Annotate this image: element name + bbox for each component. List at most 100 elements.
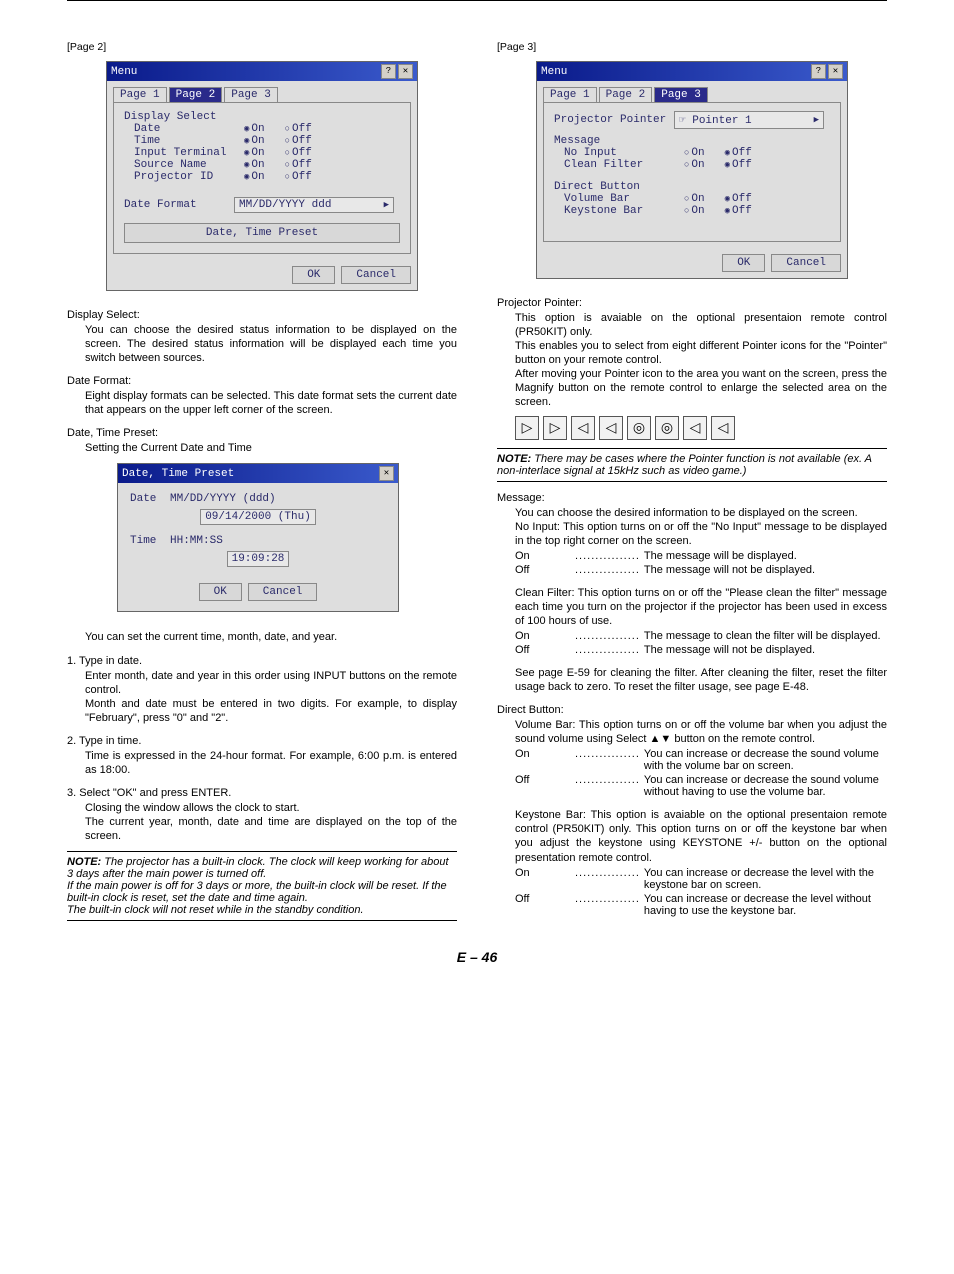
direct-button-label: Direct Button bbox=[554, 181, 830, 193]
note-text: The projector has a built-in clock. The … bbox=[67, 856, 449, 880]
body-text: Volume Bar: This option turns on or off … bbox=[515, 718, 887, 746]
tab-page1[interactable]: Page 1 bbox=[543, 87, 597, 102]
pointer-value: Pointer 1 bbox=[692, 115, 751, 127]
cancel-button[interactable]: Cancel bbox=[771, 254, 841, 272]
off-label: Off bbox=[515, 774, 575, 798]
cancel-button[interactable]: Cancel bbox=[248, 583, 318, 601]
radio-off[interactable]: Off bbox=[725, 147, 752, 159]
body-text: Closing the window allows the clock to s… bbox=[85, 801, 457, 815]
row-label: No Input bbox=[554, 147, 684, 159]
ok-button[interactable]: OK bbox=[722, 254, 765, 272]
radio-on[interactable]: On bbox=[684, 147, 705, 159]
radio-off[interactable]: Off bbox=[725, 159, 752, 171]
on-label: On bbox=[515, 867, 575, 891]
radio-off[interactable]: Off bbox=[285, 171, 312, 183]
pointer-icon: ◎ bbox=[655, 416, 679, 440]
message-title: Message: bbox=[497, 492, 887, 504]
radio-on[interactable]: On bbox=[684, 159, 705, 171]
help-icon[interactable]: ? bbox=[811, 64, 826, 79]
step3-h: 3. Select "OK" and press ENTER. bbox=[67, 787, 457, 799]
radio-on[interactable]: On bbox=[244, 123, 265, 135]
display-select-label: Display Select bbox=[124, 111, 400, 123]
radio-off[interactable]: Off bbox=[285, 147, 312, 159]
close-icon[interactable]: ✕ bbox=[379, 466, 394, 481]
body-text: You can increase or decrease the sound v… bbox=[640, 774, 887, 798]
chevron-right-icon: ▶ bbox=[814, 115, 819, 125]
message-label: Message bbox=[554, 135, 830, 147]
display-row-label: Projector ID bbox=[124, 171, 244, 183]
on-label: On bbox=[515, 748, 575, 772]
body-text: The message will not be displayed. bbox=[640, 564, 887, 576]
radio-off[interactable]: Off bbox=[725, 205, 752, 217]
radio-on[interactable]: On bbox=[244, 159, 265, 171]
body-text: You can increase or decrease the sound v… bbox=[640, 748, 887, 772]
step2-h: 2. Type in time. bbox=[67, 735, 457, 747]
body-text: This option is avaiable on the optional … bbox=[515, 311, 887, 339]
pointer-icon: ◁ bbox=[711, 416, 735, 440]
radio-on[interactable]: On bbox=[244, 147, 265, 159]
note-text: If the main power is off for 3 days or m… bbox=[67, 880, 447, 904]
page2-heading: [Page 2] bbox=[67, 41, 457, 53]
tab-page2[interactable]: Page 2 bbox=[599, 87, 653, 102]
ok-button[interactable]: OK bbox=[199, 583, 242, 601]
body-text: The current year, month, date and time a… bbox=[85, 815, 457, 843]
help-icon[interactable]: ? bbox=[381, 64, 396, 79]
dt-time-format: HH:MM:SS bbox=[170, 535, 223, 547]
radio-on[interactable]: On bbox=[684, 205, 705, 217]
date-format-title: Date Format: bbox=[67, 375, 457, 387]
radio-off[interactable]: Off bbox=[285, 159, 312, 171]
pointer-label: Projector Pointer bbox=[554, 114, 674, 126]
date-time-preset-button[interactable]: Date, Time Preset bbox=[124, 223, 400, 243]
radio-on[interactable]: On bbox=[684, 193, 705, 205]
body-text: You can set the current time, month, dat… bbox=[85, 630, 457, 644]
body-text: This enables you to select from eight di… bbox=[515, 339, 887, 367]
date-input[interactable]: 09/14/2000 (Thu) bbox=[200, 509, 316, 525]
body-text: You can choose the desired status inform… bbox=[85, 323, 457, 365]
pointer-icon: ◎ bbox=[627, 416, 651, 440]
dt-date-format: MM/DD/YYYY (ddd) bbox=[170, 493, 276, 505]
menu-dialog-page3: Menu ? ✕ Page 1 Page 2 Page 3 Projector … bbox=[536, 61, 848, 279]
radio-off[interactable]: Off bbox=[725, 193, 752, 205]
menu-dialog-page2: Menu ? ✕ Page 1 Page 2 Page 3 Display Se… bbox=[106, 61, 418, 291]
body-text: You can choose the desired information t… bbox=[515, 506, 887, 520]
body-text: The message will not be displayed. bbox=[640, 644, 887, 656]
body-text: See page E-59 for cleaning the filter. A… bbox=[515, 666, 887, 694]
close-icon[interactable]: ✕ bbox=[398, 64, 413, 79]
time-input[interactable]: 19:09:28 bbox=[227, 551, 290, 567]
display-select-title: Display Select: bbox=[67, 309, 457, 321]
body-text: The message to clean the filter will be … bbox=[640, 630, 887, 642]
pointer-select[interactable]: ☞ Pointer 1 ▶ bbox=[674, 111, 824, 129]
tab-page3[interactable]: Page 3 bbox=[224, 87, 278, 102]
chevron-right-icon: ▶ bbox=[384, 200, 389, 210]
tab-page1[interactable]: Page 1 bbox=[113, 87, 167, 102]
body-text: Keystone Bar: This option is avaiable on… bbox=[515, 808, 887, 864]
off-label: Off bbox=[515, 564, 575, 576]
ok-button[interactable]: OK bbox=[292, 266, 335, 284]
display-row-label: Source Name bbox=[124, 159, 244, 171]
tab-page2[interactable]: Page 2 bbox=[169, 87, 223, 102]
note-label: NOTE: bbox=[67, 856, 101, 868]
date-time-preset-dialog: Date, Time Preset ✕ Date MM/DD/YYYY (ddd… bbox=[117, 463, 399, 612]
radio-off[interactable]: Off bbox=[285, 123, 312, 135]
radio-on[interactable]: On bbox=[244, 135, 265, 147]
dt-time-label: Time bbox=[130, 535, 170, 547]
date-format-label: Date Format bbox=[124, 199, 234, 211]
row-label: Keystone Bar bbox=[554, 205, 684, 217]
dt-date-label: Date bbox=[130, 493, 170, 505]
radio-on[interactable]: On bbox=[244, 171, 265, 183]
note-box: NOTE: The projector has a built-in clock… bbox=[67, 851, 457, 921]
pointer-icon: ◁ bbox=[571, 416, 595, 440]
radio-off[interactable]: Off bbox=[285, 135, 312, 147]
row-label: Volume Bar bbox=[554, 193, 684, 205]
body-text: No Input: This option turns on or off th… bbox=[515, 520, 887, 548]
body-text: Clean Filter: This option turns on or of… bbox=[515, 586, 887, 628]
cancel-button[interactable]: Cancel bbox=[341, 266, 411, 284]
close-icon[interactable]: ✕ bbox=[828, 64, 843, 79]
row-label: Clean Filter bbox=[554, 159, 684, 171]
tab-page3[interactable]: Page 3 bbox=[654, 87, 708, 102]
dialog-title: Menu bbox=[111, 66, 137, 78]
display-row-label: Input Terminal bbox=[124, 147, 244, 159]
note-label: NOTE: bbox=[497, 453, 531, 465]
pointer-icon: ▷ bbox=[543, 416, 567, 440]
date-format-select[interactable]: MM/DD/YYYY ddd ▶ bbox=[234, 197, 394, 213]
